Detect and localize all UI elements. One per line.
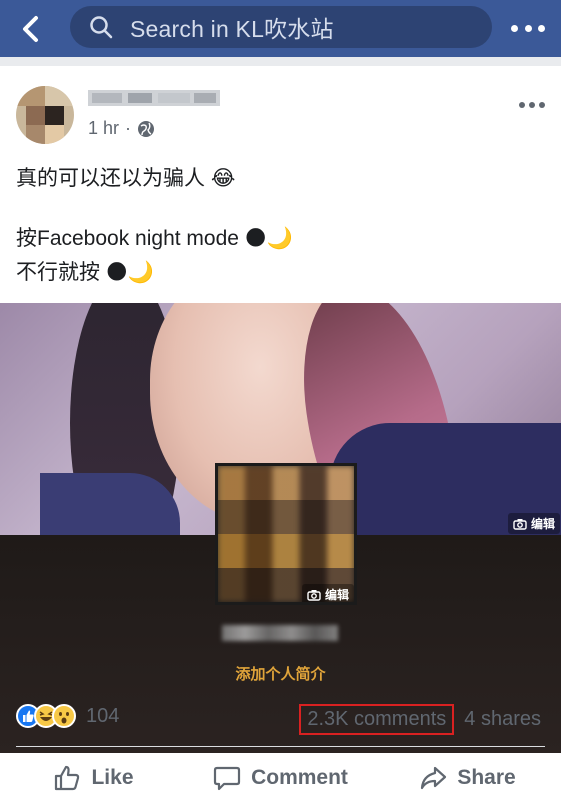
author-name-blurred[interactable] <box>88 90 220 106</box>
search-placeholder: Search in KL吹水站 <box>130 16 334 42</box>
post-actions-bar: Like Comment Share <box>0 757 561 799</box>
like-label: Like <box>91 766 134 789</box>
post-time[interactable]: 1 hr <box>88 118 119 139</box>
search-icon <box>88 14 114 40</box>
search-input[interactable]: Search in KL吹水站 <box>70 6 492 48</box>
add-bio-link: 添加个人简介 <box>235 666 326 683</box>
meta-separator: · <box>125 118 132 138</box>
dot <box>529 102 535 108</box>
reaction-count: 104 <box>86 704 120 727</box>
post-text-line: 真的可以还以为骗人 😂 <box>16 167 236 190</box>
back-button[interactable] <box>0 0 60 57</box>
dot <box>538 24 545 32</box>
shares-count[interactable]: 4 shares <box>464 708 541 731</box>
like-button[interactable]: Like <box>0 757 187 799</box>
share-icon <box>421 766 447 790</box>
post-options-button[interactable] <box>519 102 545 110</box>
post-text: 真的可以还以为骗人 😂 按Facebook night mode 🌑🌙 不行就按… <box>16 162 546 290</box>
share-label: Share <box>457 766 516 789</box>
dot <box>519 102 525 108</box>
profile-picture-inset: 编辑 <box>215 463 357 605</box>
dot <box>511 24 518 32</box>
photo-shirt <box>40 473 180 543</box>
comment-icon <box>213 766 241 791</box>
post-card: 1 hr · 真的可以还以为骗人 😂 按Facebook night mode … <box>0 66 561 806</box>
blurred-image <box>218 466 354 602</box>
edit-profile-badge: 编辑 <box>302 584 354 602</box>
post-photo[interactable]: 编辑 编辑 添加个人简介 <box>0 303 561 753</box>
share-button[interactable]: Share <box>374 757 561 799</box>
camera-icon <box>513 518 527 530</box>
more-options-button[interactable] <box>511 18 545 38</box>
reactions-summary[interactable]: 104 <box>16 704 119 728</box>
post-meta: 1 hr · <box>88 118 155 139</box>
wow-reaction-icon <box>52 704 76 728</box>
camera-icon <box>307 589 321 601</box>
dot <box>539 102 545 108</box>
thumbs-up-icon <box>55 765 80 791</box>
edit-cover-badge: 编辑 <box>508 513 561 534</box>
dot <box>524 24 532 32</box>
top-navigation-bar: Search in KL吹水站 <box>0 0 561 57</box>
globe-icon <box>138 120 155 137</box>
avatar[interactable] <box>16 86 74 144</box>
engagement-counts: 2.3K comments 4 shares <box>299 704 541 735</box>
comment-button[interactable]: Comment <box>187 757 374 799</box>
divider <box>16 746 545 747</box>
comments-count[interactable]: 2.3K comments <box>299 704 455 735</box>
comment-label: Comment <box>251 766 348 789</box>
edit-label: 编辑 <box>531 517 556 531</box>
post-text-line: 按Facebook night mode 🌑🌙 <box>16 227 293 250</box>
blurred-profile-name <box>222 625 338 641</box>
chevron-left-icon <box>23 15 38 42</box>
post-text-line: 不行就按 🌑🌙 <box>16 261 154 284</box>
edit-label: 编辑 <box>325 588 350 602</box>
